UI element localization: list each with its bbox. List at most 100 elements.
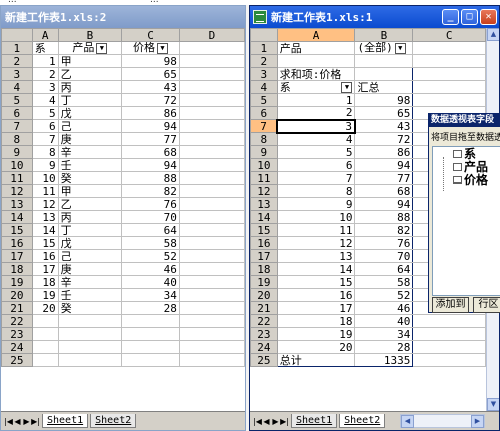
cell[interactable]: 86 [121, 106, 180, 120]
cell[interactable]: 5 [31, 106, 59, 120]
cell[interactable]: 2 [276, 106, 356, 120]
cell[interactable]: 13 [276, 249, 356, 263]
scroll-up-icon[interactable]: ▲ [487, 28, 499, 41]
pivot-field-list-panel[interactable]: 数据透视表字段 将项目拖至数据透 系 产品 价格 添加到 行区 [428, 113, 500, 313]
column-header[interactable]: C [412, 28, 486, 42]
row-header[interactable]: 20 [1, 288, 33, 302]
row-header[interactable]: 25 [1, 353, 33, 367]
cell[interactable]: 46 [354, 301, 414, 315]
cell[interactable] [412, 54, 486, 68]
column-header[interactable]: A [276, 28, 356, 42]
cell[interactable] [412, 67, 486, 81]
cell[interactable]: 19 [31, 288, 59, 302]
cell[interactable]: 辛 [57, 145, 123, 159]
row-header[interactable]: 17 [250, 249, 278, 263]
cell[interactable] [178, 301, 245, 315]
area-select-dropdown[interactable]: 行区 [473, 297, 500, 313]
close-button[interactable]: ✕ [480, 9, 497, 25]
horizontal-scrollbar[interactable]: ◀ ▶ [400, 414, 485, 428]
cell[interactable]: 65 [354, 106, 414, 120]
cell[interactable]: 丁 [57, 223, 123, 237]
field-checkbox[interactable] [453, 175, 462, 184]
cell[interactable]: 19 [276, 327, 356, 341]
cell[interactable]: 8 [31, 145, 59, 159]
row-header[interactable]: 5 [1, 93, 33, 107]
cell[interactable]: 40 [121, 275, 180, 289]
row-header[interactable]: 15 [250, 223, 278, 237]
last-sheet-icon[interactable]: ▶| [31, 417, 40, 426]
row-header[interactable]: 24 [1, 340, 33, 354]
last-sheet-icon[interactable]: ▶| [280, 417, 289, 426]
cell[interactable] [178, 288, 245, 302]
cell[interactable]: 11 [276, 223, 356, 237]
cell[interactable]: 癸 [57, 301, 123, 315]
cell[interactable] [121, 327, 180, 341]
row-header[interactable]: 17 [1, 249, 33, 263]
cell[interactable] [178, 236, 245, 250]
cell[interactable] [354, 67, 414, 81]
cell[interactable] [178, 327, 245, 341]
row-header[interactable]: 21 [1, 301, 33, 315]
row-header[interactable]: 5 [250, 93, 278, 107]
row-header[interactable]: 4 [250, 80, 278, 94]
cell[interactable]: 82 [354, 223, 414, 237]
cell[interactable]: 12 [31, 197, 59, 211]
excel-app-icon[interactable] [253, 10, 267, 24]
cell[interactable]: 70 [354, 249, 414, 263]
corner-cell[interactable] [250, 28, 278, 42]
row-header[interactable]: 6 [250, 106, 278, 120]
cell[interactable]: 77 [354, 171, 414, 185]
cell[interactable] [31, 340, 59, 354]
cell[interactable]: 7 [276, 171, 356, 185]
cell[interactable]: 20 [31, 301, 59, 315]
row-header[interactable]: 12 [1, 184, 33, 198]
row-header[interactable]: 21 [250, 301, 278, 315]
row-header[interactable]: 2 [250, 54, 278, 68]
tab-sheet2[interactable]: Sheet2 [339, 414, 386, 428]
cell[interactable] [31, 314, 59, 328]
cell[interactable]: 17 [276, 301, 356, 315]
cell[interactable] [178, 119, 245, 133]
row-header[interactable]: 19 [1, 275, 33, 289]
cell[interactable]: 58 [354, 275, 414, 289]
cell[interactable] [178, 54, 245, 68]
scroll-right-icon[interactable]: ▶ [471, 415, 484, 428]
cell[interactable]: 甲 [57, 184, 123, 198]
cell[interactable] [412, 353, 486, 367]
row-header[interactable]: 7 [250, 119, 278, 133]
row-header[interactable]: 1 [250, 41, 278, 55]
cell[interactable] [178, 158, 245, 172]
cell[interactable]: 6 [276, 158, 356, 172]
tab-sheet2[interactable]: Sheet2 [90, 414, 137, 428]
next-sheet-icon[interactable]: ▶ [271, 417, 280, 426]
filter-dropdown-icon[interactable]: ▼ [96, 42, 108, 54]
cell[interactable]: 88 [121, 171, 180, 185]
cell[interactable]: 1 [31, 54, 59, 68]
row-header[interactable]: 3 [1, 67, 33, 81]
cell[interactable]: 乙 [57, 197, 123, 211]
row-header[interactable]: 3 [250, 67, 278, 81]
cell[interactable]: 4 [276, 132, 356, 146]
cell[interactable] [412, 93, 486, 107]
row-header[interactable]: 8 [250, 132, 278, 146]
cell[interactable] [412, 80, 486, 94]
cell[interactable]: 68 [121, 145, 180, 159]
cell[interactable]: 价格 ▼ [121, 41, 180, 55]
cell[interactable] [178, 67, 245, 81]
row-field-button[interactable]: 系 ▼ [276, 80, 356, 94]
cell[interactable]: 甲 [57, 54, 123, 68]
cell[interactable]: 52 [121, 249, 180, 263]
cell[interactable] [178, 197, 245, 211]
field-item-price[interactable]: 价格 [453, 173, 500, 187]
cell[interactable]: 14 [31, 223, 59, 237]
cell[interactable]: 72 [354, 132, 414, 146]
cell[interactable] [276, 54, 356, 68]
cell[interactable] [178, 249, 245, 263]
cell[interactable] [178, 275, 245, 289]
row-header[interactable]: 13 [250, 197, 278, 211]
cell[interactable]: 3 [276, 118, 356, 134]
tab-sheet1[interactable]: Sheet1 [291, 414, 338, 428]
cell[interactable]: 43 [121, 80, 180, 94]
cell[interactable]: 16 [31, 249, 59, 263]
row-header[interactable]: 18 [250, 262, 278, 276]
